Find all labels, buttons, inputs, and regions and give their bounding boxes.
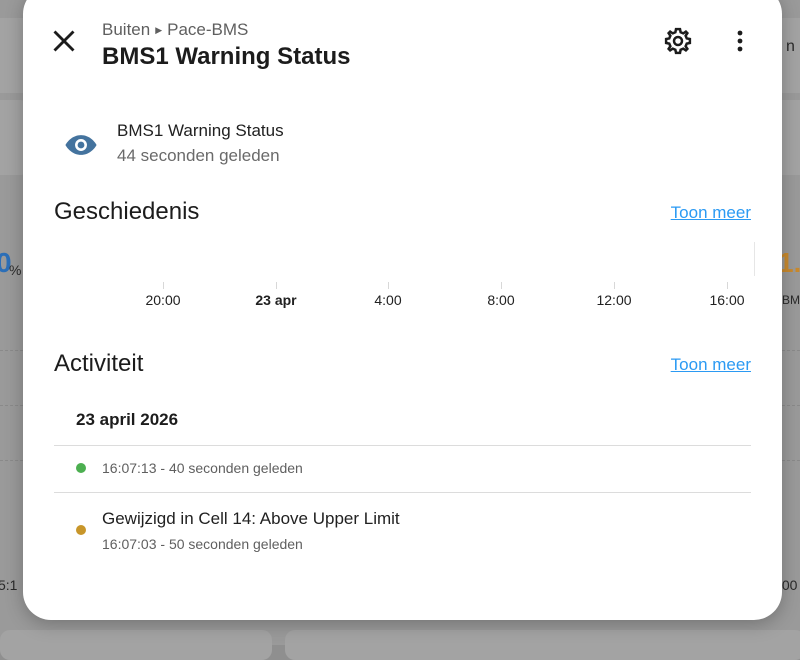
event-time: 16:07:03 - 50 seconden geleden	[102, 536, 303, 552]
eye-icon	[64, 128, 98, 162]
axis-tick	[163, 282, 164, 289]
background-left-time: 5:1	[0, 577, 18, 593]
axis-tick	[276, 282, 277, 289]
axis-tick	[501, 282, 502, 289]
axis-label: 4:00	[374, 292, 402, 308]
background-right-label: BMS	[782, 293, 800, 307]
axis-tick	[614, 282, 615, 289]
history-title: Geschiedenis	[54, 198, 200, 225]
more-options-button[interactable]	[728, 26, 752, 56]
close-button[interactable]	[47, 24, 81, 58]
background-left-unit: %	[9, 262, 22, 278]
settings-button[interactable]	[663, 26, 693, 56]
event-message[interactable]: Gewijzigd in Cell 14: Above Upper Limit	[102, 509, 400, 529]
axis-tick	[727, 282, 728, 289]
more-info-dialog: Buiten ▶ Pace-BMS BMS1 Warning Status BMS1…	[23, 0, 782, 620]
divider	[54, 445, 751, 446]
axis-label: 12:00	[596, 292, 632, 308]
activity-title: Activiteit	[54, 350, 144, 377]
breadcrumb-device[interactable]: Pace-BMS	[167, 20, 248, 39]
status-dot-icon	[76, 463, 86, 473]
close-icon	[53, 30, 75, 52]
breadcrumb-separator-icon: ▶	[155, 25, 163, 35]
timeline-now-line	[754, 242, 755, 276]
axis-label: 16:00	[709, 292, 745, 308]
history-show-more-link[interactable]: Toon meer	[671, 203, 751, 223]
event-time: 16:07:13 - 40 seconden geleden	[102, 460, 303, 476]
entity-name: BMS1 Warning Status	[117, 121, 284, 140]
more-vertical-icon	[737, 30, 743, 52]
axis-label: 20:00	[145, 292, 181, 308]
dialog-title: BMS1 Warning Status	[102, 43, 351, 70]
axis-tick	[388, 282, 389, 289]
breadcrumb-area[interactable]: Buiten	[102, 20, 150, 39]
background-right-header: n	[786, 38, 795, 55]
axis-label: 23 apr	[255, 292, 297, 308]
axis-label: 8:00	[487, 292, 515, 308]
divider	[54, 492, 751, 493]
activity-show-more-link[interactable]: Toon meer	[671, 355, 751, 375]
breadcrumb: Buiten ▶ Pace-BMS	[102, 20, 248, 40]
activity-date-header: 23 april 2026	[76, 410, 179, 429]
gear-icon	[664, 27, 692, 55]
status-dot-icon	[76, 525, 86, 535]
entity-last-changed: 44 seconden geleden	[117, 146, 280, 165]
background-card-bottom-right	[285, 630, 800, 660]
background-card-bottom-left	[0, 630, 272, 660]
